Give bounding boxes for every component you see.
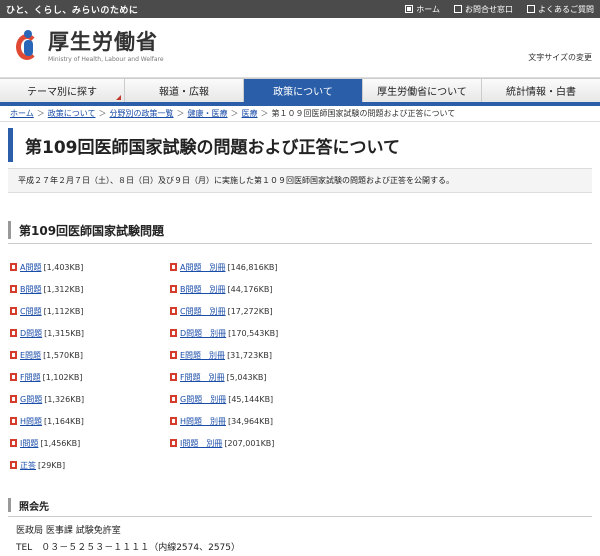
section-divider — [8, 243, 592, 244]
download-item: H問題 [1,164KB] — [10, 410, 170, 432]
download-item: D問題 [1,315KB] — [10, 322, 170, 344]
pdf-icon — [10, 439, 17, 447]
nav-press[interactable]: 報道・広報 — [125, 79, 244, 102]
crumb-medical[interactable]: 医療 — [242, 108, 258, 119]
download-item: G問題 別冊 [45,144KB] — [170, 388, 370, 410]
breadcrumb: ホーム＞ 政策について＞ 分野別の政策一覧＞ 健康・医療＞ 医療＞ 第１０９回医… — [0, 106, 600, 122]
crumb-home[interactable]: ホーム — [10, 108, 34, 119]
download-item: I問題 別冊 [207,001KB] — [170, 432, 370, 454]
site-logo[interactable]: 厚生労働省 Ministry of Health, Labour and Wel… — [14, 30, 164, 64]
download-list: A問題 [1,403KB] B問題 [1,312KB] C問題 [1,112KB] D… — [10, 256, 600, 476]
faq-link[interactable]: よくあるご質問 — [527, 4, 594, 15]
download-item: H問題 別冊 [34,964KB] — [170, 410, 370, 432]
intro-text: 平成２７年２月７日（土）、８日（日）及び９日（月）に実施した第１０９回医師国家試… — [8, 168, 592, 193]
site-header: 厚生労働省 Ministry of Health, Labour and Wel… — [0, 18, 600, 78]
pdf-icon — [10, 329, 17, 337]
download-item: B問題 別冊 [44,176KB] — [170, 278, 370, 300]
download-item: A問題 別冊 [146,816KB] — [170, 256, 370, 278]
logo-title: 厚生労働省 — [48, 30, 158, 54]
download-item: G問題 [1,326KB] — [10, 388, 170, 410]
download-item: E問題 別冊 [31,723KB] — [170, 344, 370, 366]
pdf-icon — [170, 395, 177, 403]
download-column-main: A問題 [1,403KB] B問題 [1,312KB] C問題 [1,112KB] D… — [10, 256, 170, 476]
pdf-icon — [10, 307, 17, 315]
pdf-icon — [10, 373, 17, 381]
pdf-icon — [170, 285, 177, 293]
mhlw-logo-icon — [14, 30, 42, 64]
pdf-icon — [170, 417, 177, 425]
download-item: I問題 [1,456KB] — [10, 432, 170, 454]
download-item: C問題 別冊 [17,272KB] — [170, 300, 370, 322]
pdf-icon — [170, 439, 177, 447]
download-item-answers: 正答 [29KB] — [10, 454, 170, 476]
contact-link[interactable]: お問合せ窓口 — [454, 4, 513, 15]
pdf-icon — [10, 351, 17, 359]
pdf-icon — [10, 461, 17, 469]
contact-phone: TEL ０３－５２５３－１１１１（内線2574、2575） — [16, 543, 241, 553]
pdf-icon — [10, 285, 17, 293]
crumb-policy[interactable]: 政策について — [48, 108, 96, 119]
download-item: C問題 [1,112KB] — [10, 300, 170, 322]
contact-department: 医政局 医事課 試験免許室 — [16, 526, 121, 536]
question-icon — [527, 5, 535, 13]
section-title: 第109回医師国家試験問題 — [8, 221, 592, 239]
nav-policy[interactable]: 政策について — [244, 79, 363, 102]
download-column-supplement: A問題 別冊 [146,816KB] B問題 別冊 [44,176KB] C問題 別… — [170, 256, 370, 476]
main-nav: テーマ別に探す 報道・広報 政策について 厚生労働省について 統計情報・白書 — [0, 78, 600, 106]
pdf-icon — [170, 307, 177, 315]
pdf-icon — [170, 373, 177, 381]
utility-links: ホーム お問合せ窓口 よくあるご質問 — [405, 4, 594, 15]
text-size-control[interactable]: 文字サイズの変更 — [528, 52, 592, 63]
home-link[interactable]: ホーム — [405, 4, 440, 15]
download-item: A問題 [1,403KB] — [10, 256, 170, 278]
contact-title: 照会先 — [8, 498, 592, 513]
download-item: D問題 別冊 [170,543KB] — [170, 322, 370, 344]
pdf-icon — [10, 417, 17, 425]
pdf-icon — [170, 263, 177, 271]
contact-divider — [8, 516, 592, 517]
pdf-icon — [170, 351, 177, 359]
download-item: B問題 [1,312KB] — [10, 278, 170, 300]
mail-icon — [454, 5, 462, 13]
crumb-current: 第１０９回医師国家試験の問題および正答について — [271, 109, 456, 118]
pdf-icon — [10, 395, 17, 403]
download-item: F問題 [1,102KB] — [10, 366, 170, 388]
pdf-icon — [170, 329, 177, 337]
page-title: 第109回医師国家試験の問題および正答について — [8, 128, 592, 162]
download-item: E問題 [1,570KB] — [10, 344, 170, 366]
logo-subtitle: Ministry of Health, Labour and Welfare — [48, 56, 164, 63]
pdf-icon — [10, 263, 17, 271]
nav-statistics[interactable]: 統計情報・白書 — [482, 79, 600, 102]
home-icon — [405, 5, 414, 13]
nav-theme[interactable]: テーマ別に探す — [0, 79, 125, 102]
download-item: F問題 別冊 [5,043KB] — [170, 366, 370, 388]
top-bar: ひと、くらし、みらいのために ホーム お問合せ窓口 よくあるご質問 — [0, 0, 600, 18]
nav-about[interactable]: 厚生労働省について — [363, 79, 482, 102]
tagline: ひと、くらし、みらいのために — [6, 5, 139, 16]
corner-arrow-icon — [116, 95, 121, 100]
crumb-field-list[interactable]: 分野別の政策一覧 — [110, 108, 174, 119]
crumb-health[interactable]: 健康・医療 — [188, 108, 228, 119]
